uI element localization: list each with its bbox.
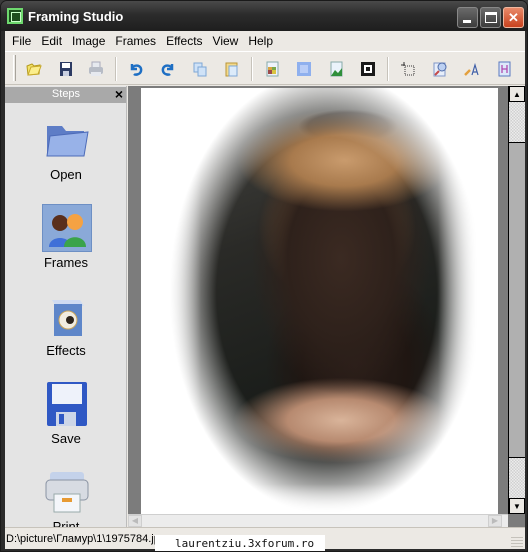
printer-icon <box>89 61 103 76</box>
step-label: Frames <box>43 255 89 270</box>
floppy-disk-icon <box>60 62 72 76</box>
text-button[interactable] <box>461 58 483 80</box>
scroll-up-button[interactable]: ▲ <box>509 86 525 102</box>
resize-button[interactable] <box>429 58 451 80</box>
fill-button[interactable] <box>293 58 315 80</box>
undo-button[interactable] <box>125 58 147 80</box>
crop-button[interactable] <box>397 58 419 80</box>
redo-button[interactable] <box>157 58 179 80</box>
image-properties-icon <box>266 61 279 77</box>
step-effects[interactable]: Effects <box>5 292 126 378</box>
toolbar-separator <box>251 57 253 81</box>
folder-open-icon <box>26 63 42 76</box>
maximize-button[interactable] <box>480 7 501 28</box>
minimize-button[interactable] <box>457 7 478 28</box>
floppy-disk-icon <box>42 380 92 428</box>
folder-icon <box>42 116 92 164</box>
canvas-area: ▲ ▼ ◀ ▶ <box>128 86 525 527</box>
printer-icon <box>42 468 92 516</box>
title-bar[interactable]: Framing Studio ✕ <box>1 1 527 31</box>
vignette-right <box>438 88 498 514</box>
scroll-down-button[interactable]: ▼ <box>509 498 525 514</box>
open-button[interactable] <box>23 58 45 80</box>
arrow-right-icon: ▶ <box>491 516 499 525</box>
scroll-track[interactable] <box>509 102 525 498</box>
menu-view[interactable]: View <box>208 32 244 50</box>
steps-panel-close-button[interactable]: × <box>115 86 123 102</box>
scroll-region-upper[interactable] <box>509 102 525 143</box>
print-button[interactable] <box>85 58 107 80</box>
toolbar <box>5 51 525 85</box>
save-button[interactable] <box>55 58 77 80</box>
toolbar-separator <box>387 57 389 81</box>
fill-square-icon <box>297 62 311 76</box>
scroll-left-button[interactable]: ◀ <box>128 515 142 527</box>
text-tool-icon <box>464 62 479 76</box>
arrow-up-icon: ▲ <box>513 89 521 99</box>
arrow-left-icon: ◀ <box>131 516 139 525</box>
resize-grip[interactable] <box>511 535 523 547</box>
menu-bar: File Edit Image Frames Effects View Help <box>5 31 525 50</box>
menu-file[interactable]: File <box>7 32 36 50</box>
menu-frames[interactable]: Frames <box>110 32 161 50</box>
step-label: Open <box>50 167 82 182</box>
steps-panel-title: Steps <box>51 88 81 100</box>
step-label: Print <box>52 519 80 527</box>
steps-panel: Steps × Open Frames Effects Save Print <box>5 86 127 527</box>
menu-help[interactable]: Help <box>243 32 278 50</box>
step-label: Effects <box>46 343 86 358</box>
page-setup-icon <box>498 61 511 77</box>
step-open[interactable]: Open <box>5 116 126 202</box>
page-setup-button[interactable] <box>493 58 515 80</box>
copy-button[interactable] <box>189 58 211 80</box>
toolbar-grip[interactable] <box>13 55 16 81</box>
app-window: Framing Studio ✕ File Edit Image Frames … <box>0 0 528 552</box>
copy-icon <box>193 62 207 77</box>
steps-panel-header: Steps × <box>5 86 126 103</box>
undo-icon <box>130 64 143 76</box>
horizontal-scrollbar[interactable]: ◀ ▶ <box>128 514 508 527</box>
effects-box-icon <box>42 292 92 340</box>
menu-edit[interactable]: Edit <box>36 32 67 50</box>
arrow-down-icon: ▼ <box>513 501 521 511</box>
status-file-path: D:\picture\Гламур\1\1975784.jpg <box>6 533 166 545</box>
picture-icon <box>330 61 343 77</box>
close-button[interactable]: ✕ <box>503 7 524 28</box>
zoom-image-icon <box>433 62 447 77</box>
frame-icon <box>361 62 375 76</box>
vignette-bottom <box>141 484 498 514</box>
window-title: Framing Studio <box>28 9 124 24</box>
app-icon <box>7 8 23 24</box>
scroll-right-button[interactable]: ▶ <box>488 515 502 527</box>
step-frames[interactable]: Frames <box>5 204 126 290</box>
menu-image[interactable]: Image <box>67 32 110 50</box>
client-area: File Edit Image Frames Effects View Help <box>5 31 525 549</box>
step-print[interactable]: Print <box>5 468 126 527</box>
step-label: Save <box>51 431 81 446</box>
framed-photo[interactable] <box>141 88 498 514</box>
step-save[interactable]: Save <box>5 380 126 466</box>
scroll-region-lower[interactable] <box>509 457 525 498</box>
paste-icon <box>225 62 238 77</box>
minimize-icon <box>463 20 471 23</box>
crop-icon <box>401 62 415 76</box>
vertical-scrollbar[interactable]: ▲ ▼ <box>508 86 525 514</box>
maximize-icon <box>485 12 497 23</box>
toolbar-separator <box>115 57 117 81</box>
image-properties-button[interactable] <box>261 58 283 80</box>
redo-icon <box>161 64 174 76</box>
users-frame-icon <box>42 204 92 252</box>
paste-button[interactable] <box>221 58 243 80</box>
frame-button[interactable] <box>357 58 379 80</box>
image-button[interactable] <box>325 58 347 80</box>
menu-effects[interactable]: Effects <box>161 32 207 50</box>
vignette-left <box>141 88 201 514</box>
close-icon: ✕ <box>508 10 519 25</box>
watermark-text: laurentziu.3xforum.ro <box>155 535 325 551</box>
